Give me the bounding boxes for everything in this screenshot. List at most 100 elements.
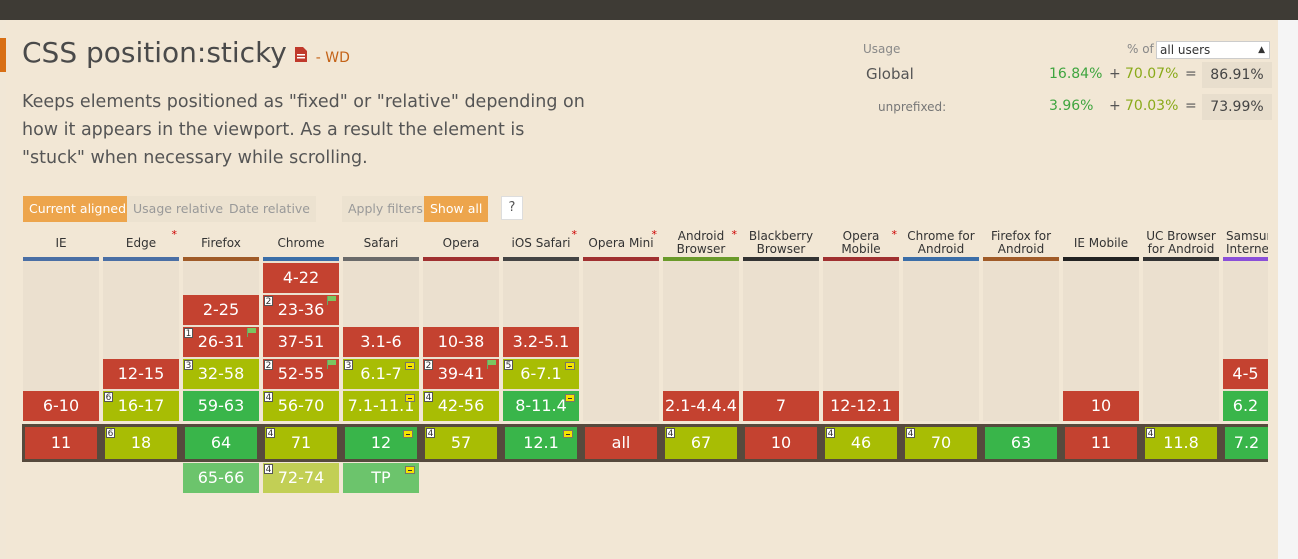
current-version-cell[interactable]: 67 4 (665, 427, 737, 459)
current-version-cell[interactable]: 18 6 (105, 427, 177, 459)
date-relative-button[interactable]: Date relative (223, 196, 316, 222)
version-cell[interactable]: 16-17 6 (103, 391, 179, 421)
current-version-cell[interactable]: 57 4 (425, 427, 497, 459)
version-cell[interactable]: 26-31 1 (183, 327, 259, 357)
flag-icon (487, 360, 497, 369)
version-label: 37-51 (277, 332, 325, 351)
current-aligned-button[interactable]: Current aligned (23, 196, 133, 222)
show-all-button[interactable]: Show all (424, 196, 489, 222)
browser-header-safari[interactable]: Safari (343, 228, 419, 258)
top-bar (0, 0, 1298, 20)
version-cell[interactable]: 32-58 3 (183, 359, 259, 389)
current-version-cell[interactable]: 12 (345, 427, 417, 459)
note-badge[interactable]: 4 (264, 464, 273, 475)
browser-header-chrome-for-android[interactable]: Chrome for Android (903, 228, 979, 258)
future-version-cell[interactable]: 65-66 (183, 463, 259, 493)
version-cell[interactable]: 42-56 4 (423, 391, 499, 421)
version-cell[interactable]: 23-36 2 (263, 295, 339, 325)
note-badge[interactable]: 5 (504, 360, 513, 371)
apply-filters-button[interactable]: Apply filters (342, 196, 429, 222)
version-cell[interactable]: 6.2 (1223, 391, 1268, 421)
note-badge[interactable]: 6 (104, 392, 113, 403)
browser-header-chrome[interactable]: Chrome (263, 228, 339, 258)
version-cell[interactable]: 3.1-6 (343, 327, 419, 357)
current-version-cell[interactable]: 10 (745, 427, 817, 459)
version-cell[interactable]: 39-41 2 (423, 359, 499, 389)
note-badge[interactable]: 4 (826, 428, 835, 439)
version-label: 52-55 (277, 364, 325, 383)
version-cell[interactable]: 10-38 (423, 327, 499, 357)
version-cell[interactable]: 37-51 (263, 327, 339, 357)
version-cell[interactable]: 4-5 (1223, 359, 1268, 389)
version-cell[interactable]: 10 (1063, 391, 1139, 421)
browser-header-edge[interactable]: Edge * (103, 228, 179, 258)
version-cell[interactable]: 6.1-7 3 (343, 359, 419, 389)
version-cell[interactable]: 2.1-4.4.4 (663, 391, 739, 421)
browser-header-opera[interactable]: Opera (423, 228, 499, 258)
version-cell[interactable]: 59-63 (183, 391, 259, 421)
version-label: 46 (850, 433, 872, 452)
version-cell[interactable]: 6-7.1 5 (503, 359, 579, 389)
browser-header-samsung-internet[interactable]: Samsung Internet (1223, 228, 1268, 258)
version-cell[interactable]: 12-12.1 (823, 391, 899, 421)
note-badge[interactable]: 2 (264, 360, 273, 371)
browser-header-ie-mobile[interactable]: IE Mobile (1063, 228, 1139, 258)
note-badge[interactable]: 6 (106, 428, 115, 439)
help-button[interactable]: ? (501, 196, 523, 220)
current-version-cell[interactable]: 11 (1065, 427, 1137, 459)
browser-header-opera-mini[interactable]: Opera Mini * (583, 228, 659, 258)
note-badge[interactable]: 2 (264, 296, 273, 307)
version-cell[interactable]: 7.1-11.1 (343, 391, 419, 421)
note-badge[interactable]: 4 (426, 428, 435, 439)
note-badge[interactable]: 4 (424, 392, 433, 403)
flag-icon (327, 296, 337, 305)
browser-name: Firefox (201, 235, 241, 250)
version-label: 3.2-5.1 (512, 332, 570, 351)
version-cell[interactable]: 56-70 4 (263, 391, 339, 421)
browser-header-firefox[interactable]: Firefox (183, 228, 259, 258)
current-version-cell[interactable]: 11.8 4 (1145, 427, 1217, 459)
note-badge[interactable]: 3 (344, 360, 353, 371)
note-badge[interactable]: 4 (1146, 428, 1155, 439)
browser-header-firefox-for-android[interactable]: Firefox for Android (983, 228, 1059, 258)
version-cell[interactable]: 6-10 (23, 391, 99, 421)
browser-header-opera-mobile[interactable]: Opera Mobile * (823, 228, 899, 258)
browser-header-ios-safari[interactable]: iOS Safari * (503, 228, 579, 258)
note-badge[interactable]: 1 (184, 328, 193, 339)
future-version-cell[interactable]: TP (343, 463, 419, 493)
current-version-cell[interactable]: all (585, 427, 657, 459)
current-version-cell[interactable]: 12.1 (505, 427, 577, 459)
note-badge[interactable]: 4 (264, 392, 273, 403)
current-version-cell[interactable]: 46 4 (825, 427, 897, 459)
prefix-icon (405, 466, 415, 474)
document-icon[interactable] (294, 36, 307, 69)
note-badge[interactable]: 2 (424, 360, 433, 371)
note-badge[interactable]: 3 (184, 360, 193, 371)
usage-relative-button[interactable]: Usage relative (127, 196, 230, 222)
version-cell[interactable]: 3.2-5.1 (503, 327, 579, 357)
usage-unprefixed-total: 73.99% (1202, 94, 1272, 120)
version-cell[interactable]: 4-22 (263, 263, 339, 293)
version-cell[interactable]: 2-25 (183, 295, 259, 325)
browser-header-blackberry-browser[interactable]: Blackberry Browser (743, 228, 819, 258)
current-version-cell[interactable]: 71 4 (265, 427, 337, 459)
version-cell[interactable]: 52-55 2 (263, 359, 339, 389)
version-cell[interactable]: 7 (743, 391, 819, 421)
current-version-cell[interactable]: 7.2 (1225, 427, 1268, 459)
current-version-cell[interactable]: 63 (985, 427, 1057, 459)
future-version-cell[interactable]: 72-74 4 (263, 463, 339, 493)
browser-header-uc-browser-for-android[interactable]: UC Browser for Android (1143, 228, 1219, 258)
asterisk-icon: * (571, 228, 578, 241)
feature-title[interactable]: CSS position:sticky (22, 36, 287, 69)
version-cell[interactable]: 8-11.4 (503, 391, 579, 421)
current-version-cell[interactable]: 70 4 (905, 427, 977, 459)
note-badge[interactable]: 4 (906, 428, 915, 439)
note-badge[interactable]: 4 (666, 428, 675, 439)
browser-header-android-browser[interactable]: Android Browser * (663, 228, 739, 258)
current-version-cell[interactable]: 64 (185, 427, 257, 459)
current-version-cell[interactable]: 11 (25, 427, 97, 459)
usage-select[interactable]: all users ▲ (1156, 41, 1270, 59)
version-cell[interactable]: 12-15 (103, 359, 179, 389)
browser-header-ie[interactable]: IE (23, 228, 99, 258)
note-badge[interactable]: 4 (266, 428, 275, 439)
